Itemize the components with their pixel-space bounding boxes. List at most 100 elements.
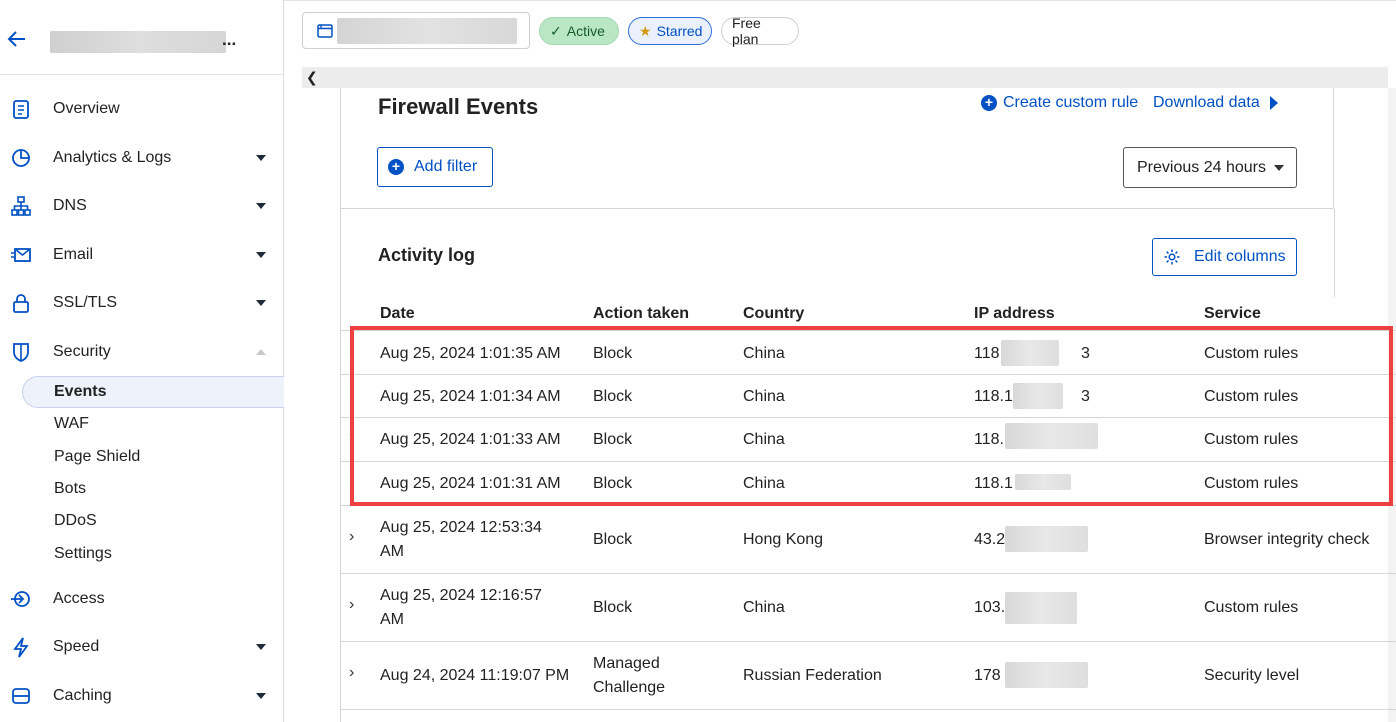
cell-ip-tail: 3: [1081, 345, 1090, 362]
cell-service: Custom rules: [1204, 475, 1299, 492]
sidebar-subitem-label: Settings: [54, 545, 112, 562]
ip-redacted: [1013, 383, 1063, 409]
sidebar-item-label: Email: [53, 246, 94, 263]
cell-ip: 118: [974, 345, 1000, 362]
sidebar-item-access[interactable]: Access: [0, 579, 284, 619]
table-row[interactable]: › Aug 25, 2024 12:16:57 AM Block China 1…: [341, 574, 1396, 642]
cell-service: Security level: [1204, 667, 1300, 684]
account-name-ellipsis: ...: [222, 30, 237, 49]
column-header-service[interactable]: Service: [1204, 305, 1261, 323]
column-header-action[interactable]: Action taken: [593, 305, 689, 323]
plus-circle-icon: +: [388, 159, 404, 175]
cell-service: Browser integrity check: [1204, 531, 1370, 548]
edit-columns-button[interactable]: Edit columns: [1152, 238, 1297, 276]
sidebar-subitem-waf[interactable]: WAF: [22, 408, 284, 440]
browser-window-icon: [317, 24, 333, 38]
column-header-date[interactable]: Date: [380, 305, 415, 323]
gear-icon: [1164, 249, 1180, 265]
lightning-icon: [13, 637, 29, 658]
cell-country: China: [743, 345, 785, 362]
cell-action: Block: [593, 531, 633, 548]
table-row[interactable]: › Aug 25, 2024 1:01:31 AM Block China 11…: [341, 462, 1396, 506]
firewall-events-panel: Firewall Events + Create custom rule Dow…: [340, 88, 1334, 209]
sidebar-subitem-events[interactable]: Events: [22, 376, 284, 408]
email-icon: [11, 248, 31, 262]
lock-icon: [13, 294, 29, 313]
sidebar: ... Overview Analytics & Logs DNS Email …: [0, 0, 284, 722]
table-row[interactable]: › Aug 25, 2024 1:01:33 AM Block China 11…: [341, 418, 1396, 462]
page-title: Firewall Events: [378, 94, 539, 119]
chevron-down-icon[interactable]: [256, 300, 266, 306]
table-row[interactable]: › Aug 25, 2024 1:01:34 AM Block China 11…: [341, 375, 1396, 418]
access-icon: [11, 591, 30, 607]
add-filter-button[interactable]: + Add filter: [377, 147, 493, 187]
sidebar-item-label: Speed: [53, 638, 100, 655]
table-row[interactable]: › Aug 25, 2024 1:01:35 AM Block China 11…: [341, 330, 1396, 375]
chevron-down-icon[interactable]: [256, 644, 266, 650]
download-data-link[interactable]: Download data: [1153, 94, 1278, 112]
sidebar-subitem-label: DDoS: [54, 512, 97, 529]
column-header-ip[interactable]: IP address: [974, 305, 1055, 323]
ip-redacted: [1005, 423, 1098, 449]
chevron-right-icon[interactable]: ›: [349, 664, 359, 681]
cell-ip: 178: [974, 667, 1001, 684]
sidebar-item-dns[interactable]: DNS: [0, 186, 284, 226]
chevron-left-icon[interactable]: ❮: [306, 69, 320, 85]
chevron-right-icon[interactable]: ›: [349, 596, 359, 613]
cell-ip: 118.: [974, 431, 1004, 448]
chevron-down-icon[interactable]: [256, 693, 266, 699]
network-icon: [11, 196, 31, 216]
sidebar-subitem-ddos[interactable]: DDoS: [22, 505, 284, 537]
sidebar-item-security[interactable]: Security: [0, 332, 284, 372]
chevron-down-icon[interactable]: [256, 155, 266, 161]
shield-icon: [13, 343, 29, 362]
chevron-right-icon[interactable]: ›: [349, 528, 359, 545]
cell-ip-tail: 3: [1081, 388, 1090, 405]
status-badge-label: Active: [566, 23, 605, 39]
sidebar-collapse-bar: ❮: [302, 67, 1388, 88]
cell-action-line1: Managed: [593, 655, 660, 672]
sidebar-item-overview[interactable]: Overview: [0, 89, 284, 129]
clipboard-icon: [13, 100, 29, 119]
sidebar-item-caching[interactable]: Caching: [0, 676, 284, 716]
sidebar-item-label: Overview: [53, 100, 120, 117]
chevron-right-icon[interactable]: ›: [349, 341, 359, 358]
sidebar-subitem-page-shield[interactable]: Page Shield: [22, 441, 284, 473]
time-range-value: Previous 24 hours: [1137, 158, 1266, 176]
sidebar-subitem-bots[interactable]: Bots: [22, 473, 284, 505]
cell-ip: 118.1: [974, 388, 1013, 405]
cell-action: Block: [593, 599, 633, 616]
cell-action: Block: [593, 388, 633, 405]
storage-icon: [12, 688, 30, 704]
edit-columns-label: Edit columns: [1194, 248, 1286, 265]
sidebar-item-ssl-tls[interactable]: SSL/TLS: [0, 283, 284, 323]
chevron-right-icon[interactable]: ›: [349, 385, 359, 402]
chevron-down-icon[interactable]: [256, 203, 266, 209]
zone-header: ✓ Active ★ Starred Free plan: [284, 0, 1396, 66]
cell-ip: 43.2: [974, 531, 1006, 548]
sidebar-item-analytics[interactable]: Analytics & Logs: [0, 138, 284, 178]
starred-toggle[interactable]: ★ Starred: [628, 17, 712, 45]
table-row[interactable]: › Aug 25, 2024 12:53:34 AM Block Hong Ko…: [341, 506, 1396, 574]
chevron-down-icon[interactable]: [256, 252, 266, 258]
starred-label: Starred: [656, 23, 703, 39]
star-icon: ★: [639, 22, 652, 39]
chevron-up-icon[interactable]: [256, 349, 266, 355]
chevron-down-icon: [1273, 164, 1284, 171]
time-range-select[interactable]: Previous 24 hours: [1123, 147, 1297, 188]
domain-selector[interactable]: [302, 12, 530, 49]
table-row[interactable]: › Aug 24, 2024 11:19:07 PM Managed Chall…: [341, 642, 1396, 710]
cell-service: Custom rules: [1204, 599, 1299, 616]
back-arrow-icon[interactable]: [6, 28, 28, 50]
sidebar-subitem-settings[interactable]: Settings: [22, 538, 284, 570]
plus-circle-icon: +: [981, 95, 997, 111]
check-icon: ✓: [550, 22, 562, 39]
cell-country: China: [743, 599, 785, 616]
cell-country: China: [743, 475, 785, 492]
chevron-right-icon[interactable]: ›: [349, 472, 359, 489]
sidebar-item-email[interactable]: Email: [0, 235, 284, 275]
chevron-right-icon[interactable]: ›: [349, 428, 359, 445]
column-header-country[interactable]: Country: [743, 305, 804, 323]
create-custom-rule-link[interactable]: + Create custom rule: [981, 94, 1138, 112]
sidebar-item-speed[interactable]: Speed: [0, 627, 284, 667]
